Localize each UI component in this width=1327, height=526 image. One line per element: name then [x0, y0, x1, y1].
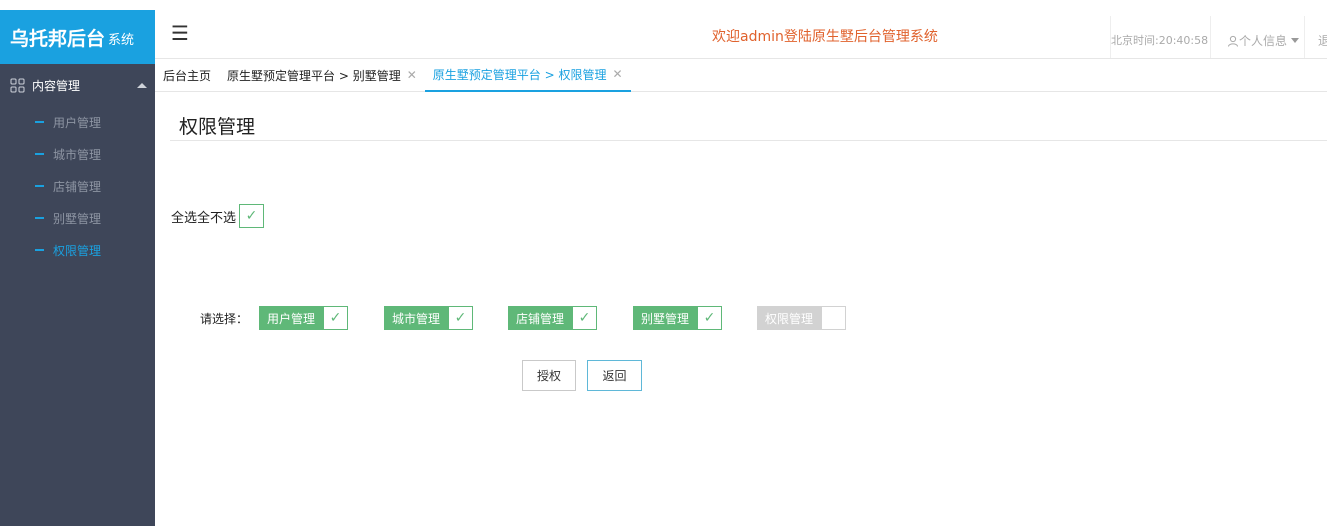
- user-info-dropdown[interactable]: 个人信息: [1227, 32, 1300, 49]
- user-info-label: 个人信息: [1239, 34, 1288, 48]
- caret-up-icon: [137, 82, 147, 88]
- permission-checkbox-users[interactable]: 用户管理 ✓: [259, 306, 349, 330]
- grid-icon: [10, 78, 25, 93]
- sidebar-item-permissions[interactable]: 权限管理: [0, 234, 155, 266]
- check-icon: ✓: [448, 306, 474, 330]
- select-all-checkbox[interactable]: ✓: [239, 204, 265, 228]
- brand-logo: 乌托邦后台 系统: [0, 10, 155, 64]
- unchecked-box: [821, 306, 847, 330]
- check-icon: ✓: [245, 208, 258, 224]
- divider: [170, 140, 1327, 141]
- select-all-row: 全选全不选 ✓: [171, 204, 265, 228]
- sidebar-item-shops[interactable]: 店铺管理: [0, 170, 155, 202]
- brand-suffix: 系统: [108, 33, 135, 48]
- header-divider: [1304, 16, 1305, 58]
- back-button[interactable]: 返回: [587, 360, 642, 391]
- tab-home[interactable]: 后台主页: [155, 59, 219, 92]
- check-icon: ✓: [697, 306, 723, 330]
- top-strip: [0, 0, 1327, 10]
- permission-label: 店铺管理: [508, 306, 573, 330]
- menu-toggle-icon[interactable]: ☰: [171, 23, 189, 43]
- welcome-text: 欢迎admin登陆原生墅后台管理系统: [712, 29, 938, 45]
- permission-label: 城市管理: [384, 306, 449, 330]
- main-content: 权限管理 全选全不选 ✓ 请选择： 用户管理 ✓ 城市管理 ✓ 店铺管理 ✓ 别…: [155, 92, 1327, 526]
- top-header: ☰ 欢迎admin登陆原生墅后台管理系统 北京时间:20:40:58 个人信息 …: [155, 10, 1327, 59]
- tab-label: 后台主页: [163, 68, 212, 83]
- permission-checkbox-cities[interactable]: 城市管理 ✓: [384, 306, 474, 330]
- clock-text: 北京时间:20:40:58: [1111, 34, 1209, 47]
- permission-label: 用户管理: [259, 306, 324, 330]
- sidebar-item-label: 权限管理: [53, 243, 102, 258]
- dash-icon: [35, 121, 44, 123]
- brand-title: 乌托邦后台: [10, 27, 106, 50]
- dash-icon: [35, 249, 44, 251]
- sidebar-item-label: 用户管理: [53, 115, 102, 130]
- sidebar-item-label: 别墅管理: [53, 211, 102, 226]
- tab-permission-management[interactable]: 原生墅预定管理平台 > 权限管理 ✕: [424, 59, 631, 92]
- page-title: 权限管理: [179, 116, 256, 138]
- check-icon: ✓: [323, 306, 349, 330]
- select-prompt: 请选择：: [200, 312, 249, 326]
- select-all-label: 全选全不选: [171, 210, 237, 226]
- sidebar: 乌托邦后台 系统 内容管理 用户管理 城市管理 店铺管理 别墅管理 权限管理: [0, 10, 155, 526]
- sidebar-group-content[interactable]: 内容管理: [0, 64, 155, 106]
- sidebar-item-label: 城市管理: [53, 147, 102, 162]
- sidebar-group-label: 内容管理: [32, 78, 81, 93]
- permission-label: 权限管理: [757, 306, 822, 330]
- user-icon: [1228, 35, 1238, 47]
- dash-icon: [35, 185, 44, 187]
- tab-villa-management[interactable]: 原生墅预定管理平台 > 别墅管理 ✕: [219, 59, 425, 92]
- permission-checkbox-villas[interactable]: 别墅管理 ✓: [633, 306, 723, 330]
- dash-icon: [35, 153, 44, 155]
- dash-icon: [35, 217, 44, 219]
- tab-label: 原生墅预定管理平台 > 别墅管理: [227, 68, 401, 83]
- permission-checkbox-shops[interactable]: 店铺管理 ✓: [508, 306, 598, 330]
- check-icon: ✓: [572, 306, 598, 330]
- tab-bar: 后台主页 原生墅预定管理平台 > 别墅管理 ✕ 原生墅预定管理平台 > 权限管理…: [155, 59, 1327, 92]
- permission-checkbox-permissions[interactable]: 权限管理: [757, 306, 847, 330]
- sidebar-item-villas[interactable]: 别墅管理: [0, 202, 155, 234]
- sidebar-item-label: 店铺管理: [53, 179, 102, 194]
- authorize-button[interactable]: 授权: [522, 360, 576, 391]
- header-divider: [1210, 16, 1211, 58]
- sidebar-item-users[interactable]: 用户管理: [0, 106, 155, 138]
- close-icon[interactable]: ✕: [612, 67, 622, 81]
- sidebar-item-cities[interactable]: 城市管理: [0, 138, 155, 170]
- tab-label: 原生墅预定管理平台 > 权限管理: [432, 67, 607, 82]
- exit-link[interactable]: 退: [1318, 32, 1327, 49]
- chevron-down-icon: [1291, 38, 1300, 43]
- permission-label: 别墅管理: [633, 306, 698, 330]
- close-icon[interactable]: ✕: [407, 68, 417, 82]
